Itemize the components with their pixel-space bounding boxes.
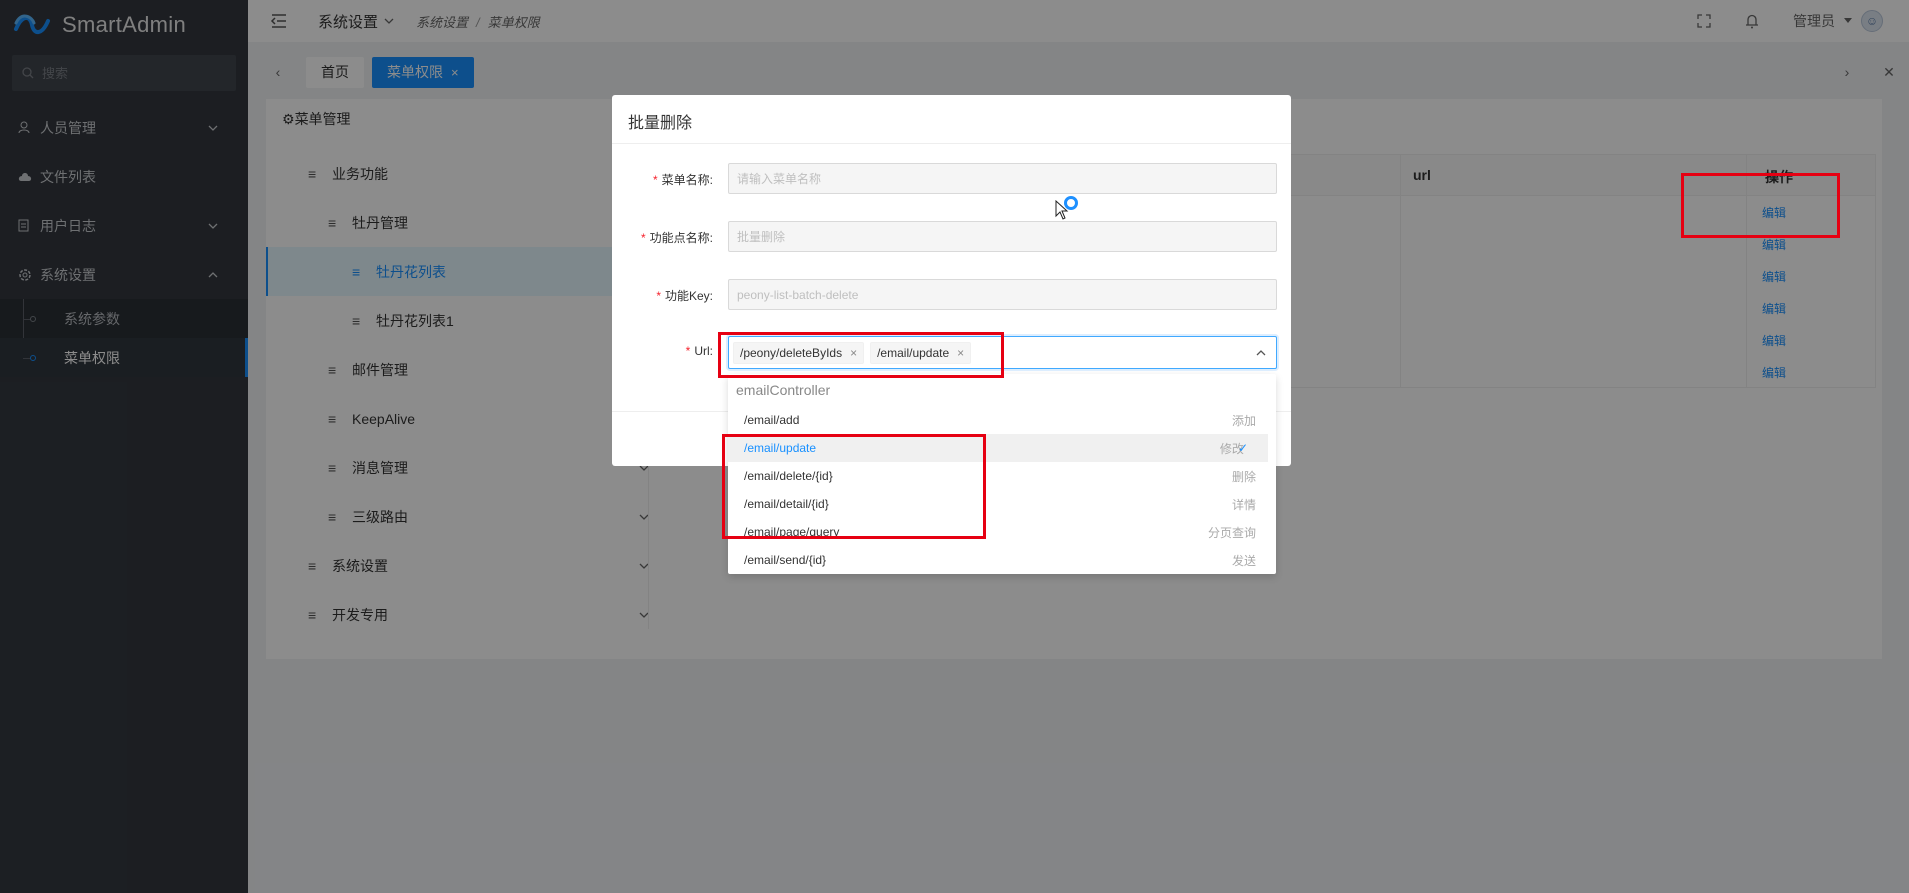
option-url: /email/add <box>744 413 800 427</box>
option-description: 添加 <box>1231 413 1256 428</box>
option-group-label: emailController <box>736 382 831 398</box>
required-mark: * <box>652 173 658 187</box>
option-description: 删除 <box>1231 469 1256 484</box>
menu-name-input[interactable] <box>728 163 1277 194</box>
select-option[interactable]: /email/add 添加 <box>728 406 1276 434</box>
required-mark: * <box>640 231 646 245</box>
modal-title: 批量删除 <box>628 115 693 132</box>
option-description: 发送 <box>1231 553 1256 568</box>
form-row-menu-name: * 菜单名称: <box>612 163 1291 194</box>
highlight-box <box>718 332 1004 378</box>
select-option[interactable]: /email/send/{id} 发送 <box>728 546 1276 574</box>
form-label: * 菜单名称: <box>652 173 713 187</box>
required-mark: * <box>685 344 691 358</box>
option-description: 分页查询 <box>1207 525 1256 540</box>
loading-spinner-icon <box>1064 196 1078 210</box>
divider <box>612 143 1291 144</box>
check-icon: ✓ <box>1237 441 1248 455</box>
form-row-function-name: * 功能点名称: 批量删除 <box>612 221 1291 252</box>
form-label: * 功能Key: <box>656 289 713 303</box>
function-key-input[interactable]: peony-list-batch-delete <box>728 279 1277 310</box>
form-label: * 功能点名称: <box>640 231 713 245</box>
highlight-box <box>1681 173 1840 238</box>
function-name-input[interactable]: 批量删除 <box>728 221 1277 252</box>
required-mark: * <box>656 289 661 303</box>
option-url: /email/send/{id} <box>744 553 827 567</box>
chevron-up-icon <box>1256 350 1266 356</box>
highlight-box <box>722 434 986 539</box>
form-label: * Url: <box>685 344 713 358</box>
option-description: 详情 <box>1231 497 1256 512</box>
form-row-function-key: * 功能Key: peony-list-batch-delete <box>612 279 1291 310</box>
